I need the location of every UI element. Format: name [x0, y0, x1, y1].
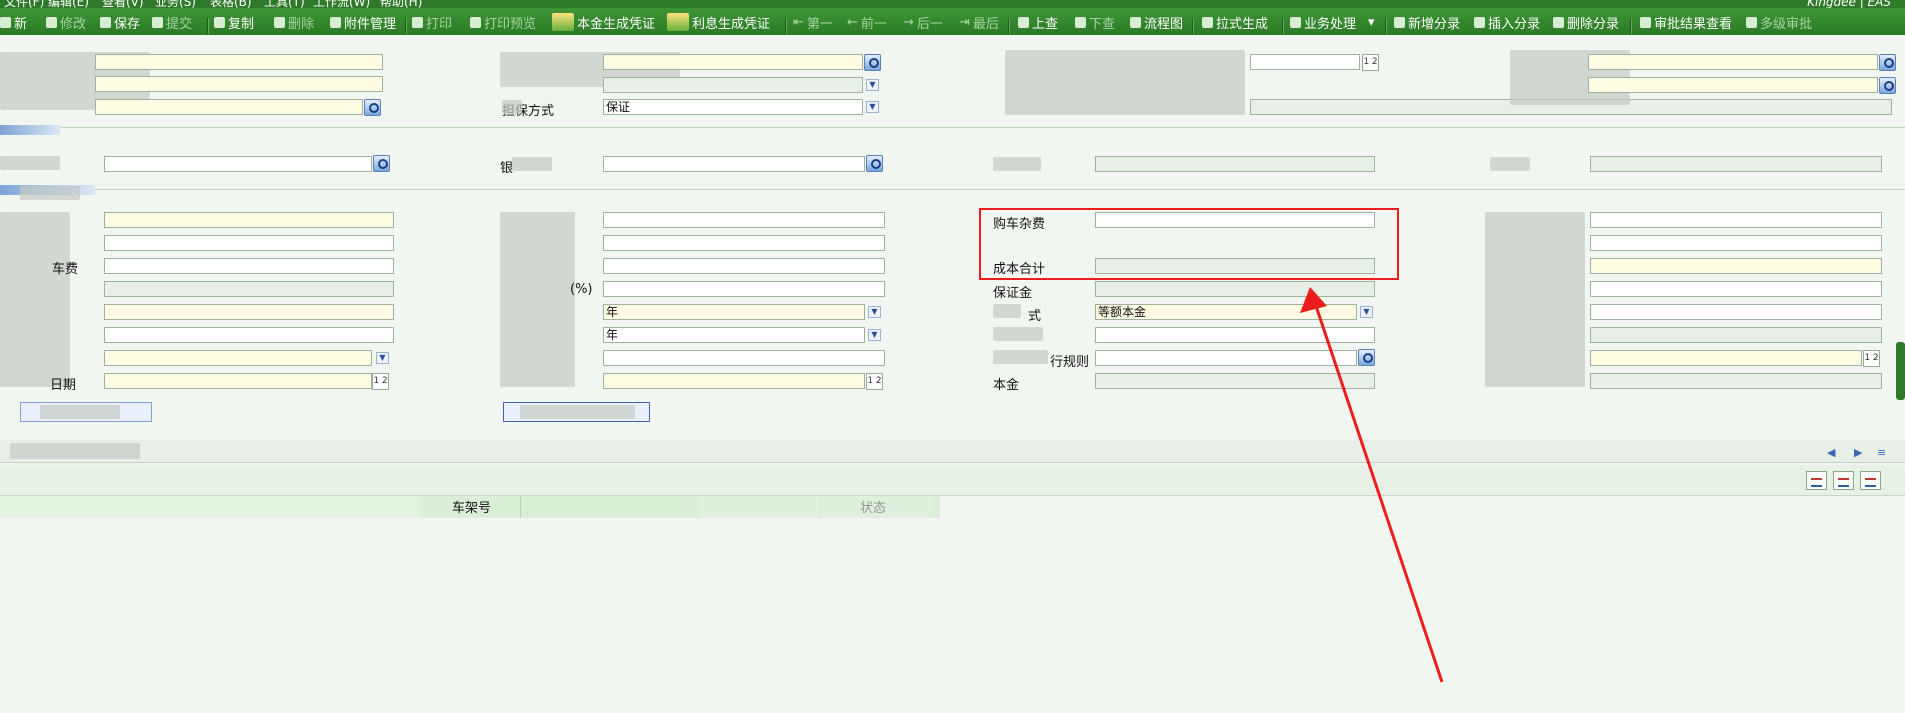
arrow-shaft: [1312, 299, 1444, 683]
arrow-head: [1300, 287, 1327, 313]
annotation-arrow: [1300, 287, 1444, 683]
